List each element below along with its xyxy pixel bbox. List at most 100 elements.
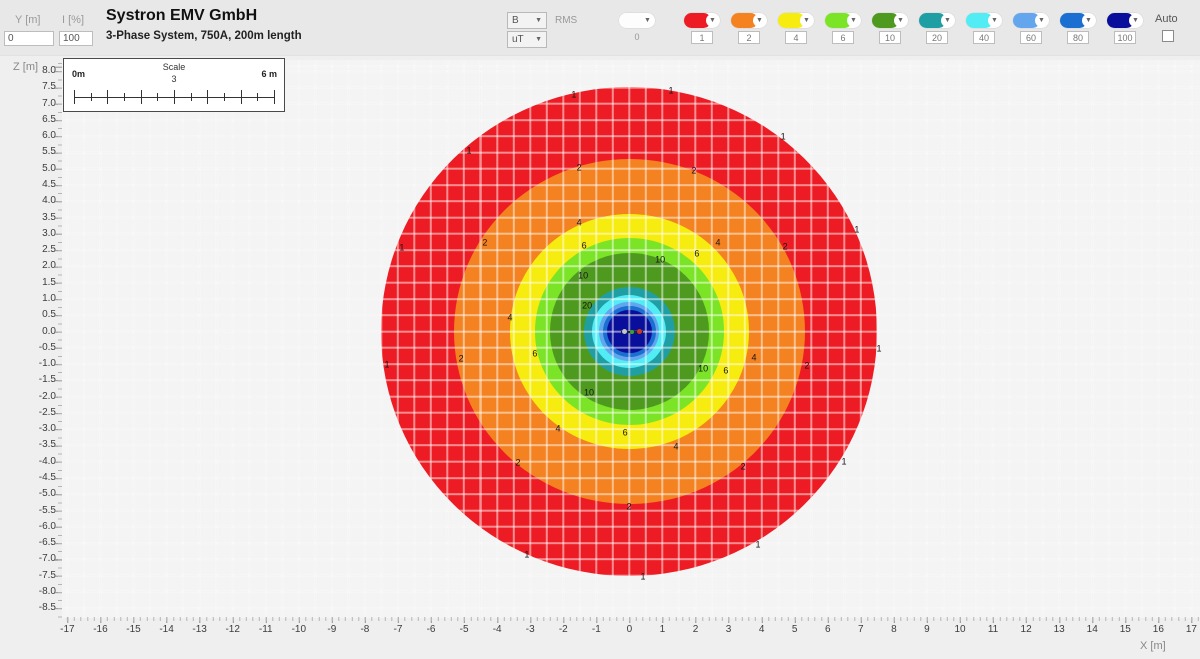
field-contour-plot[interactable]: 1111111111112222222224444446666610101010… [62, 60, 1200, 618]
scale-color-pill-10[interactable]: ▼ [872, 13, 908, 28]
x-tick-label: 6 [825, 624, 831, 635]
scale-color-pill-40[interactable]: ▼ [966, 13, 1002, 28]
contour-label: 1 [571, 90, 576, 99]
z-tick-label: -5.5 [20, 505, 56, 516]
chevron-down-icon[interactable]: ▼ [988, 14, 1001, 27]
scale-value-input[interactable]: 1 [691, 31, 713, 44]
x-tick-label: 13 [1054, 624, 1065, 635]
z-tick-label: -4.0 [20, 456, 56, 467]
contour-label: 1 [781, 132, 786, 141]
x-tick-label: 5 [792, 624, 798, 635]
z-tick-label: -8.5 [20, 602, 56, 613]
chevron-down-icon[interactable]: ▼ [1082, 14, 1095, 27]
x-tick-label: 7 [858, 624, 864, 635]
z-tick-label: 5.5 [20, 146, 56, 157]
z-tick-label: 1.5 [20, 277, 56, 288]
scale-color-pill-4[interactable]: ▼ [778, 13, 814, 28]
contour-label: 4 [715, 238, 720, 247]
scale-ruler-tick [274, 90, 275, 104]
scale-legend: Scale 0m 3 6 m [63, 58, 285, 112]
scale-color-pill-100[interactable]: ▼ [1107, 13, 1143, 28]
z-tick-label: -3.5 [20, 439, 56, 450]
scale-value-input[interactable]: 6 [832, 31, 854, 44]
current-percent-input[interactable] [59, 31, 93, 46]
x-tick-label: -14 [159, 624, 173, 635]
z-tick-label: 0.0 [20, 326, 56, 337]
scale-value-input[interactable]: 10 [879, 31, 901, 44]
app-title: Systron EMV GmbH [106, 7, 257, 25]
contour-label: 4 [577, 219, 582, 228]
z-axis-minor-ticks [58, 60, 62, 618]
chevron-down-icon[interactable]: ▼ [847, 14, 860, 27]
z-tick-label: 0.5 [20, 309, 56, 320]
contour-label: 1 [841, 458, 846, 467]
z-tick-label: -6.0 [20, 521, 56, 532]
scale-ruler-tick [157, 93, 158, 101]
z-tick-label: 6.0 [20, 130, 56, 141]
chevron-down-icon: ▼ [535, 17, 542, 24]
conductor-dot-2 [630, 330, 634, 334]
scale-color-pill-60[interactable]: ▼ [1013, 13, 1049, 28]
scale-value-input[interactable]: 20 [926, 31, 948, 44]
chevron-down-icon[interactable]: ▼ [753, 14, 766, 27]
z-tick-label: 7.5 [20, 81, 56, 92]
chevron-down-icon[interactable]: ▼ [641, 14, 654, 27]
current-percent-label: I [%] [62, 14, 84, 26]
z-tick-label: -1.0 [20, 358, 56, 369]
z-tick-label: -7.5 [20, 570, 56, 581]
conductor-dot-1 [622, 329, 627, 334]
scale-color-pill-6[interactable]: ▼ [825, 13, 861, 28]
scale-value-input[interactable]: 40 [973, 31, 995, 44]
x-tick-label: -5 [460, 624, 469, 635]
scale-color-pill-80[interactable]: ▼ [1060, 13, 1096, 28]
chevron-down-icon[interactable]: ▼ [1129, 14, 1142, 27]
chevron-down-icon[interactable]: ▼ [941, 14, 954, 27]
z-tick-label: -7.0 [20, 553, 56, 564]
scale-value-input[interactable]: 100 [1114, 31, 1136, 44]
contour-label: 2 [804, 362, 809, 371]
scale-value-input[interactable]: 2 [738, 31, 760, 44]
z-tick-label: 5.0 [20, 163, 56, 174]
scale-color-pill-0[interactable]: ▼ [619, 13, 655, 28]
chevron-down-icon[interactable]: ▼ [1035, 14, 1048, 27]
z-tick-label: 6.5 [20, 114, 56, 125]
scenario-subtitle: 3-Phase System, 750A, 200m length [106, 30, 302, 42]
contour-label: 4 [555, 425, 560, 434]
y-position-label: Y [m] [15, 14, 40, 26]
mode-value: RMS [555, 15, 577, 26]
z-tick-label: 2.0 [20, 260, 56, 271]
scale-ruler-tick [191, 93, 192, 101]
scale-color-pill-1[interactable]: ▼ [684, 13, 720, 28]
x-axis-label: X [m] [1140, 640, 1166, 652]
x-tick-label: 4 [759, 624, 765, 635]
scale-value-input[interactable]: 60 [1020, 31, 1042, 44]
x-tick-label: 8 [891, 624, 897, 635]
z-tick-label: -0.5 [20, 342, 56, 353]
contour-label: 2 [577, 164, 582, 173]
x-tick-label: 2 [693, 624, 699, 635]
scale-ruler-tick [224, 93, 225, 101]
x-tick-label: -12 [225, 624, 239, 635]
field-type-select[interactable]: B ▼ [507, 12, 547, 29]
chevron-down-icon[interactable]: ▼ [894, 14, 907, 27]
x-tick-label: -17 [60, 624, 74, 635]
y-position-input[interactable] [4, 31, 54, 46]
chevron-down-icon[interactable]: ▼ [800, 14, 813, 27]
scale-color-pill-20[interactable]: ▼ [919, 13, 955, 28]
scale-legend-mid: 3 [64, 74, 284, 84]
z-axis-label: Z [m] [13, 61, 38, 73]
scale-ruler-tick [241, 90, 242, 104]
scale-color-pill-2[interactable]: ▼ [731, 13, 767, 28]
unit-select[interactable]: uT ▼ [507, 31, 547, 48]
field-type-value: B [512, 15, 519, 26]
x-tick-label: 16 [1153, 624, 1164, 635]
scale-value-input[interactable]: 4 [785, 31, 807, 44]
scale-value-input[interactable]: 80 [1067, 31, 1089, 44]
scale-ruler-tick [141, 90, 142, 104]
chevron-down-icon[interactable]: ▼ [706, 14, 719, 27]
scale-value-input: 0 [626, 31, 648, 44]
auto-scale-checkbox[interactable] [1162, 30, 1174, 42]
x-tick-label: 3 [726, 624, 732, 635]
auto-scale-label: Auto [1155, 13, 1178, 25]
unit-value: uT [512, 34, 524, 45]
